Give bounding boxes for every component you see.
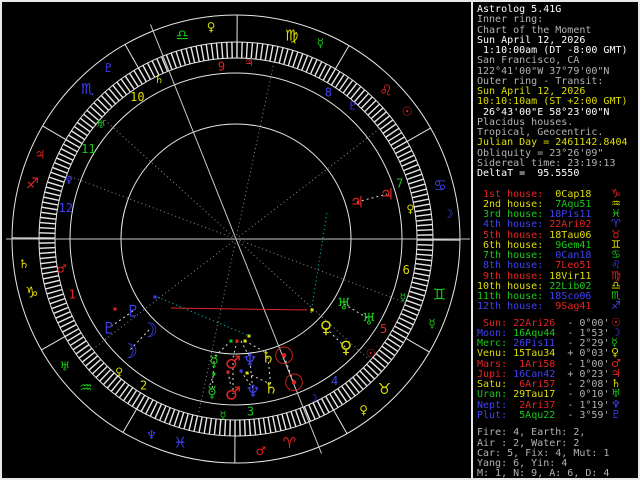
totals-text: M: 1, N: 9, A: 6, D: 4 <box>477 468 610 480</box>
house-row-12: 12th house: 9Sag41 ♐ <box>477 300 621 313</box>
info-line-17: DeltaT = 95.5550 <box>477 169 579 179</box>
planet-position: 5Aqu22 <box>507 409 556 421</box>
totals-line-5: M: 1, N: 9, A: 6, D: 4 <box>477 469 609 479</box>
panel-separator <box>471 0 473 480</box>
house-cusp-value: 9Sag41 <box>543 301 592 313</box>
house-label: 12th house: <box>477 301 544 313</box>
planet-glyph: ♇ <box>611 407 621 421</box>
planet-label: Plut: <box>477 409 508 421</box>
info-text: DeltaT = 95.5550 <box>477 168 580 179</box>
planet-velocity: - 3°59' <box>555 409 610 421</box>
planet-row-Plut: Plut: 5Aqu22 - 3°59' ♇ <box>477 409 621 421</box>
info-panel: Astrolog 5.41G Inner ring: Chart of the Mo… <box>0 0 640 480</box>
astrolog-screen: ♈ ♂ ♉ ♀ ♊ ☿ ♋ ☽ ♌ ☉ ♍ ☿ ♎ ♀ ♏ ♇ ♐ ♃ ♑ ♄ ♒ ♅ ♓ ♆ 1 ♂ 2 ♀ 3 ☿ 4 ☽ 5 ☉ 6 ☿ 7 ♀ 8 ♇… <box>0 0 640 480</box>
house-sign-glyph: ♐ <box>611 299 621 313</box>
